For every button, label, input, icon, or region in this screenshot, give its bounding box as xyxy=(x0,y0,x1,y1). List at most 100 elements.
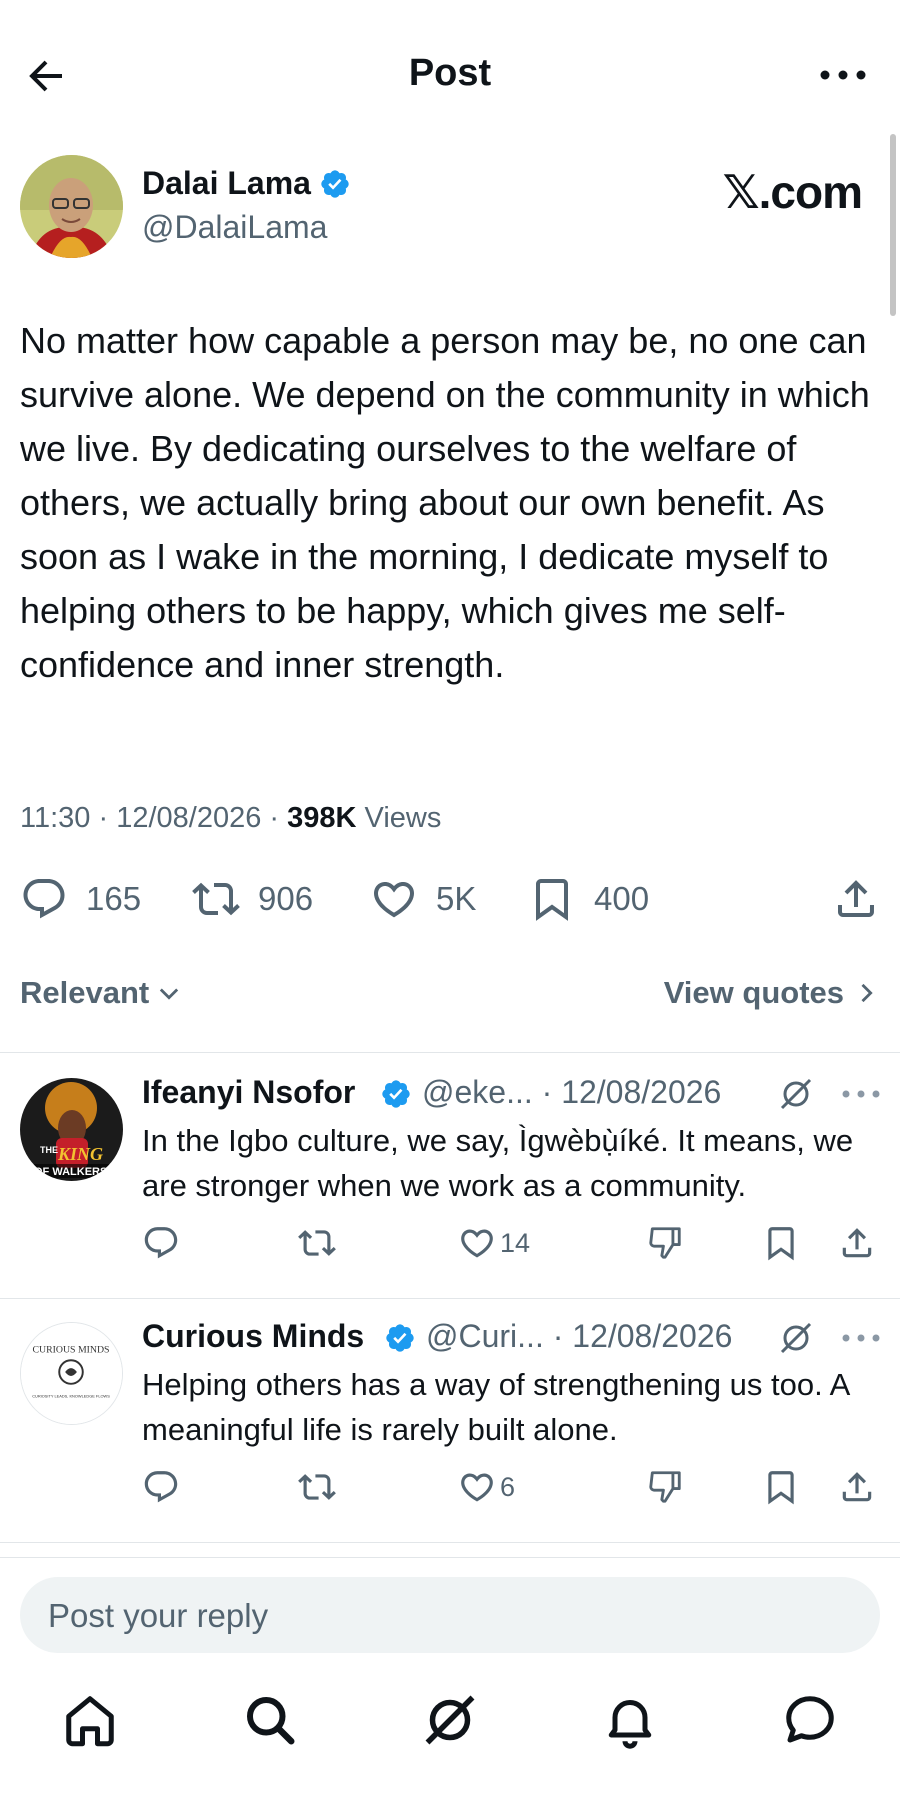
tab-grok[interactable] xyxy=(420,1690,480,1750)
share-button[interactable] xyxy=(838,1224,876,1262)
repost-icon xyxy=(298,1474,336,1500)
like-button[interactable]: 14 xyxy=(458,1224,530,1262)
sort-label: Relevant xyxy=(20,975,150,1010)
reply-text: In the Igbo culture, we say, Ìgwèbụ̀íké.… xyxy=(142,1123,854,1203)
heart-icon xyxy=(373,882,415,918)
grok-icon[interactable] xyxy=(778,1076,814,1112)
more-horizontal-icon xyxy=(820,70,866,80)
repost-button[interactable] xyxy=(298,1224,336,1262)
share-icon xyxy=(842,1228,872,1258)
like-count: 6 xyxy=(500,1471,516,1502)
repost-icon xyxy=(192,882,240,916)
tab-messages[interactable] xyxy=(780,1690,840,1750)
reply-meta: @Curi... · 12/08/2026 xyxy=(426,1318,733,1354)
reply-avatar[interactable]: THE KING OF WALKERS xyxy=(20,1078,123,1181)
like-button[interactable]: 6 xyxy=(458,1468,515,1506)
bookmark-icon xyxy=(768,1227,794,1261)
divider xyxy=(0,1298,900,1299)
bookmark-icon xyxy=(768,1471,794,1505)
reply-actions: 6 xyxy=(142,1468,882,1508)
share-button[interactable] xyxy=(832,875,880,923)
bookmark-button[interactable]: 400 xyxy=(528,875,649,923)
bookmark-button[interactable] xyxy=(762,1468,800,1506)
views-label[interactable]: Views xyxy=(365,802,442,834)
post-time: 11:30 xyxy=(20,802,91,834)
repost-count: 906 xyxy=(258,880,314,917)
post-meta: 11:30 · 12/08/2026 · 398K Views xyxy=(20,802,442,834)
thumbs-down-icon xyxy=(649,1471,681,1503)
downvote-button[interactable] xyxy=(646,1468,684,1506)
reply-filter-row: Relevant View quotes xyxy=(20,975,880,1019)
divider xyxy=(0,1052,900,1053)
reply-handle[interactable]: @Curi... xyxy=(426,1318,544,1354)
views-count: 398K xyxy=(287,802,357,834)
curious-minds-avatar: CURIOUS MINDS CURIOSITY LEADS, KNOWLEDGE… xyxy=(21,1323,122,1424)
composer-top-border xyxy=(0,1557,900,1558)
more-horizontal-icon[interactable] xyxy=(840,1328,882,1348)
reply-icon xyxy=(23,879,65,919)
repost-icon xyxy=(298,1230,336,1256)
reply-count: 165 xyxy=(86,880,142,917)
repost-button[interactable]: 906 xyxy=(192,875,313,923)
reply-date: 12/08/2026 xyxy=(561,1074,722,1110)
thumbs-down-icon xyxy=(649,1227,681,1259)
reply-date: 12/08/2026 xyxy=(572,1318,733,1354)
repost-button[interactable] xyxy=(298,1468,336,1506)
avatar-caption-bottom: CURIOSITY LEADS, KNOWLEDGE FLOWS xyxy=(32,1394,110,1399)
tab-home[interactable] xyxy=(60,1690,120,1750)
author-handle[interactable]: @DalaiLama xyxy=(142,209,327,246)
reply-composer[interactable]: Post your reply xyxy=(20,1577,880,1653)
avatar-caption-mid: KING xyxy=(57,1144,103,1164)
post-author: Dalai Lama @DalaiLama 𝕏.com xyxy=(20,155,880,259)
reply-text: Helping others has a way of strengthenin… xyxy=(142,1367,849,1447)
top-bar: Post xyxy=(0,0,900,150)
author-name[interactable]: Dalai Lama xyxy=(142,165,311,202)
view-quotes-link[interactable]: View quotes xyxy=(664,975,880,1011)
downvote-button[interactable] xyxy=(646,1224,684,1262)
reply-input-placeholder[interactable]: Post your reply xyxy=(48,1597,268,1635)
reply-meta: @eke... · 12/08/2026 xyxy=(422,1074,722,1110)
tab-search[interactable] xyxy=(240,1690,300,1750)
reply-icon xyxy=(144,1227,178,1259)
reply-author-name[interactable]: Ifeanyi Nsofor xyxy=(142,1074,355,1111)
grok-icon[interactable] xyxy=(778,1320,814,1356)
divider xyxy=(0,1542,900,1543)
reply-item[interactable]: CURIOUS MINDS CURIOSITY LEADS, KNOWLEDGE… xyxy=(0,1318,900,1522)
reply-handle[interactable]: @eke... xyxy=(422,1074,533,1110)
sort-dropdown[interactable]: Relevant xyxy=(20,975,183,1011)
notifications-icon xyxy=(608,1700,652,1749)
share-button[interactable] xyxy=(838,1468,876,1506)
reply-icon xyxy=(144,1471,178,1503)
bookmark-count: 400 xyxy=(594,880,650,917)
reply-button[interactable] xyxy=(142,1468,180,1506)
author-avatar[interactable] xyxy=(20,155,123,258)
post-text: No matter how capable a person may be, n… xyxy=(20,320,870,685)
reply-avatar[interactable]: CURIOUS MINDS CURIOSITY LEADS, KNOWLEDGE… xyxy=(20,1322,123,1425)
bookmark-button[interactable] xyxy=(762,1224,800,1262)
tab-notifications[interactable] xyxy=(600,1690,660,1750)
reply-button[interactable]: 165 xyxy=(20,875,141,923)
search-icon xyxy=(247,1697,295,1745)
reply-button[interactable] xyxy=(142,1224,180,1262)
avatar-caption-bottom: OF WALKERS xyxy=(34,1166,107,1178)
bottom-tab-bar xyxy=(0,1690,900,1780)
verified-badge-icon[interactable] xyxy=(384,1322,416,1354)
messages-icon xyxy=(786,1696,834,1743)
reply-actions: 14 xyxy=(142,1224,882,1264)
verified-badge-icon[interactable] xyxy=(380,1078,412,1110)
more-horizontal-icon[interactable] xyxy=(840,1084,882,1104)
verified-badge-icon[interactable] xyxy=(319,168,351,200)
page-title: Post xyxy=(408,52,492,94)
heart-icon xyxy=(461,1473,493,1502)
chevron-down-icon xyxy=(160,988,179,1000)
grok-icon xyxy=(425,1695,475,1745)
reply-item[interactable]: THE KING OF WALKERS Ifeanyi Nsofor @eke.… xyxy=(0,1074,900,1278)
avatar-caption-top: CURIOUS MINDS xyxy=(32,1344,109,1355)
reply-author-name[interactable]: Curious Minds xyxy=(142,1318,364,1355)
like-button[interactable]: 5K xyxy=(370,875,476,923)
avatar-caption-top: THE xyxy=(40,1145,58,1155)
post-date: 12/08/2026 xyxy=(116,802,262,834)
heart-icon xyxy=(461,1229,493,1258)
scrollbar-thumb[interactable] xyxy=(890,134,896,316)
more-button[interactable] xyxy=(818,60,868,90)
